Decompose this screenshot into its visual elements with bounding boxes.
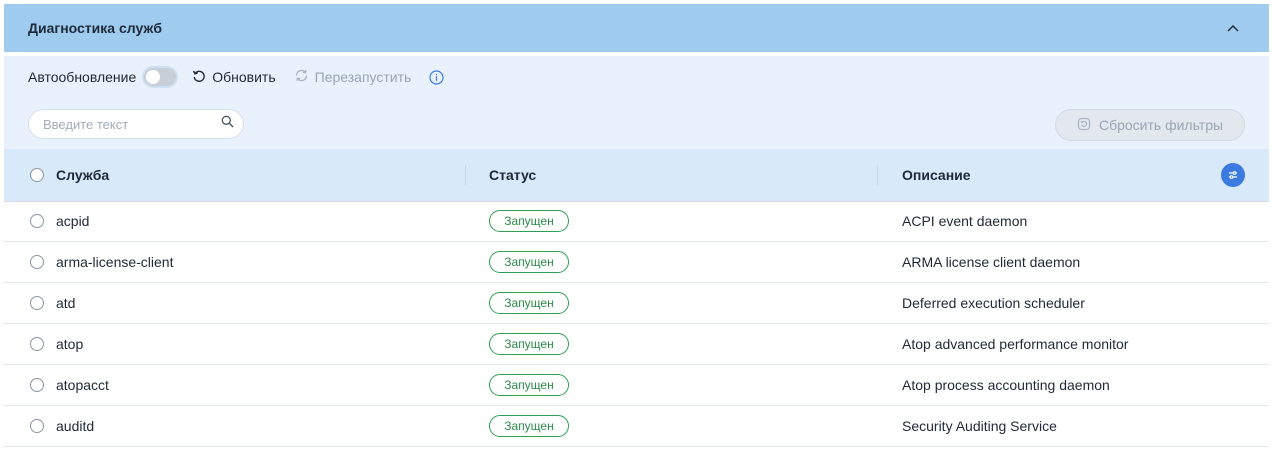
- status-badge: Запущен: [489, 210, 569, 232]
- service-name: atop: [56, 336, 84, 352]
- restart-button[interactable]: Перезапустить: [294, 68, 412, 86]
- row-checkbox[interactable]: [30, 214, 44, 228]
- service-name: atopacct: [56, 377, 109, 393]
- row-checkbox[interactable]: [30, 337, 44, 351]
- column-header-status[interactable]: Статус: [489, 167, 536, 183]
- service-name: acpid: [56, 213, 90, 229]
- restart-label: Перезапустить: [314, 69, 412, 85]
- autorefresh-label: Автообновление: [28, 69, 137, 85]
- search-field[interactable]: [28, 109, 244, 139]
- service-name: arma-license-client: [56, 254, 174, 270]
- toolbar-area: Автообновление Обновить Перезапустить Вв…: [4, 56, 1269, 149]
- refresh-icon: [192, 69, 206, 86]
- refresh-button[interactable]: Обновить: [192, 69, 276, 86]
- row-checkbox[interactable]: [30, 378, 44, 392]
- table-row[interactable]: atd Запущен Deferred execution scheduler: [4, 283, 1269, 324]
- column-header-description[interactable]: Описание: [902, 167, 971, 183]
- table-row[interactable]: atop Запущен Atop advanced performance m…: [4, 324, 1269, 365]
- services-diagnostics-panel: Диагностика служб Автообновление Обновит…: [4, 4, 1269, 447]
- select-all-checkbox[interactable]: [30, 168, 44, 182]
- toggle-knob: [146, 70, 161, 84]
- column-header-service[interactable]: Служба: [56, 167, 109, 183]
- table-header: Служба Статус Описание: [4, 149, 1269, 202]
- toolbar: Автообновление Обновить Перезапустить: [28, 68, 444, 86]
- service-description: Atop process accounting daemon: [902, 377, 1110, 393]
- table-row[interactable]: arma-license-client Запущен ARMA license…: [4, 242, 1269, 283]
- panel-header[interactable]: Диагностика служб: [4, 4, 1269, 52]
- service-name: auditd: [56, 418, 95, 434]
- row-checkbox[interactable]: [30, 419, 44, 433]
- status-badge: Запущен: [489, 374, 569, 396]
- search-input[interactable]: [41, 115, 221, 133]
- panel-title: Диагностика служб: [28, 20, 162, 36]
- column-divider: [465, 165, 466, 185]
- service-description: Atop advanced performance monitor: [902, 336, 1129, 352]
- refresh-label: Обновить: [212, 69, 276, 85]
- row-checkbox[interactable]: [30, 296, 44, 310]
- reset-filters-button[interactable]: Сбросить фильтры: [1055, 109, 1245, 141]
- reset-filters-label: Сбросить фильтры: [1098, 117, 1224, 133]
- status-badge: Запущен: [489, 251, 569, 273]
- table-row[interactable]: atopacct Запущен Atop process accounting…: [4, 365, 1269, 406]
- table-body: acpid Запущен ACPI event daemon arma-lic…: [4, 201, 1269, 447]
- service-description: Security Auditing Service: [902, 418, 1057, 434]
- chevron-up-icon[interactable]: [1221, 16, 1245, 40]
- table-row[interactable]: auditd Запущен Security Auditing Service: [4, 406, 1269, 447]
- autorefresh-toggle[interactable]: [144, 68, 177, 86]
- info-icon[interactable]: [429, 69, 444, 85]
- service-description: ACPI event daemon: [902, 213, 1028, 229]
- restart-icon: [294, 68, 309, 86]
- service-description: ARMA license client daemon: [902, 254, 1081, 270]
- service-name: atd: [56, 295, 76, 311]
- reset-filter-icon: [1077, 117, 1091, 134]
- status-badge: Запущен: [489, 292, 569, 314]
- column-divider: [877, 165, 878, 185]
- column-settings-icon[interactable]: [1221, 163, 1245, 187]
- table-row[interactable]: acpid Запущен ACPI event daemon: [4, 201, 1269, 242]
- search-icon[interactable]: [221, 115, 234, 133]
- service-description: Deferred execution scheduler: [902, 295, 1085, 311]
- status-badge: Запущен: [489, 333, 569, 355]
- row-checkbox[interactable]: [30, 255, 44, 269]
- status-badge: Запущен: [489, 415, 569, 437]
